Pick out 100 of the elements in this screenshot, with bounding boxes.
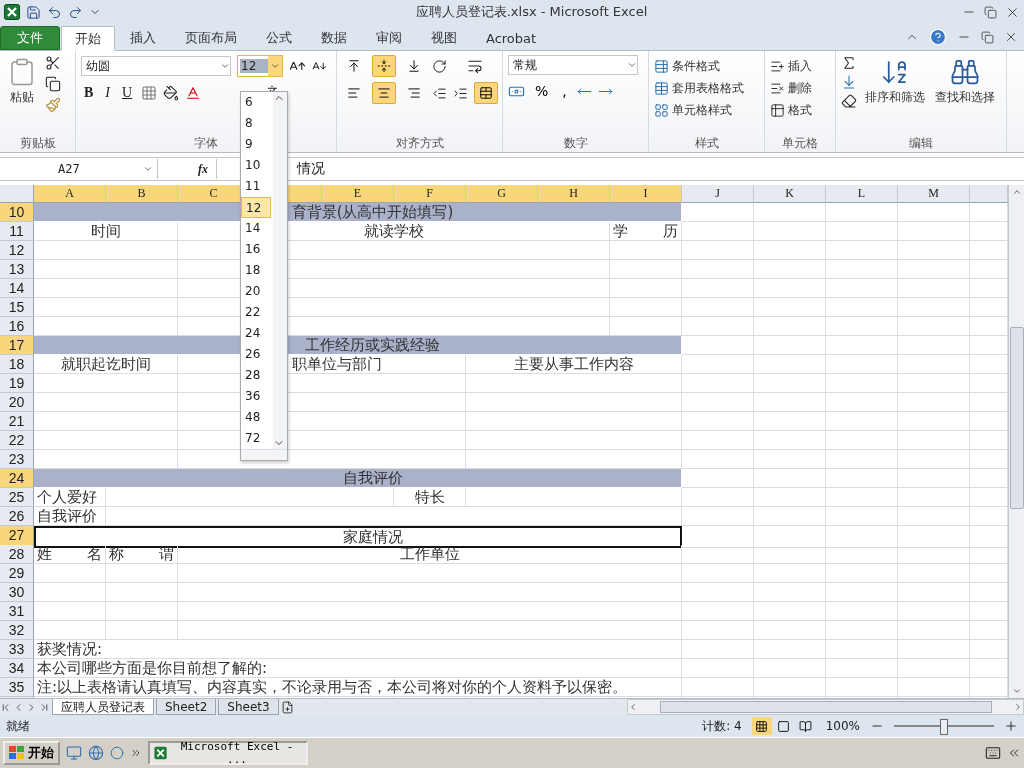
font-size-option[interactable]: 6	[241, 92, 271, 113]
border-icon[interactable]	[141, 85, 158, 101]
first-sheet-icon[interactable]	[0, 701, 11, 713]
find-select-button[interactable]: 查找和选择	[933, 55, 997, 134]
column-header[interactable]: E	[322, 185, 394, 203]
last-sheet-icon[interactable]	[39, 701, 50, 713]
font-size-option[interactable]: 14	[241, 218, 271, 239]
file-tab[interactable]: 文件	[0, 26, 60, 50]
row-header[interactable]: 25	[0, 488, 34, 507]
decrease-indent-icon[interactable]	[432, 85, 447, 101]
font-size-option[interactable]: 48	[241, 407, 271, 428]
column-header[interactable]: B	[106, 185, 178, 203]
scroll-left-icon[interactable]	[628, 702, 638, 712]
eraser-icon[interactable]	[841, 93, 857, 109]
italic-button[interactable]: I	[102, 85, 113, 101]
zoom-in-icon[interactable]	[1004, 719, 1018, 733]
bold-button[interactable]: B	[81, 85, 97, 101]
row-header[interactable]: 18	[0, 355, 34, 374]
row-header[interactable]: 31	[0, 602, 34, 621]
cells-menu-button[interactable]: 删除	[770, 77, 812, 99]
ribbon-tab[interactable]: 公式	[252, 26, 306, 50]
row-header[interactable]: 24	[0, 469, 34, 488]
sum-icon[interactable]	[841, 55, 857, 71]
row-header[interactable]: 15	[0, 298, 34, 317]
row-header[interactable]: 27	[0, 526, 34, 548]
ribbon-tab[interactable]: 审阅	[362, 26, 416, 50]
font-size-option[interactable]: 20	[241, 281, 271, 302]
number-format-field[interactable]: 常规	[508, 55, 638, 75]
insert-function-button[interactable]: fx	[198, 161, 208, 177]
column-header[interactable]: H	[538, 185, 610, 203]
scroll-right-icon[interactable]	[1013, 702, 1023, 712]
cut-icon[interactable]	[45, 55, 61, 71]
merge-center-button[interactable]	[474, 82, 498, 104]
align-button[interactable]	[372, 82, 396, 104]
start-button[interactable]: 开始	[3, 741, 60, 765]
caret-icon[interactable]	[220, 61, 230, 71]
browser-icon[interactable]	[88, 745, 104, 761]
underline-button[interactable]: U	[119, 85, 136, 101]
row-header[interactable]: 10	[0, 203, 34, 222]
style-menu-button[interactable]: 套用表格格式	[654, 77, 744, 99]
ribbon-tab[interactable]: 视图	[417, 26, 471, 50]
row-header[interactable]: 30	[0, 583, 34, 602]
undo-icon[interactable]	[47, 4, 62, 20]
cells-menu-button[interactable]: 插入	[770, 55, 812, 77]
column-header[interactable]: M	[898, 185, 970, 203]
ribbon-tab[interactable]: Acrobat	[472, 26, 551, 50]
sort-filter-button[interactable]: 排序和筛选	[863, 55, 927, 134]
cells-menu-button[interactable]: 格式	[770, 99, 812, 121]
column-header[interactable]: G	[466, 185, 538, 203]
comma-button[interactable]: ,	[558, 83, 571, 99]
app-logo-icon[interactable]	[4, 4, 20, 20]
increase-indent-icon[interactable]	[453, 85, 468, 101]
row-header[interactable]: 26	[0, 507, 34, 526]
row-header[interactable]: 33	[0, 640, 34, 659]
column-header[interactable]: I	[610, 185, 682, 203]
caret-icon[interactable]	[143, 164, 153, 174]
font-size-option[interactable]: 36	[241, 386, 271, 407]
more-icon[interactable]	[130, 747, 142, 759]
row-header[interactable]: 32	[0, 621, 34, 640]
save-icon[interactable]	[26, 4, 41, 20]
scrollbar-thumb[interactable]	[659, 701, 992, 713]
row-header[interactable]: 12	[0, 241, 34, 260]
row-header[interactable]: 17	[0, 336, 34, 355]
style-menu-button[interactable]: 单元格样式	[654, 99, 744, 121]
column-header[interactable]: F	[394, 185, 466, 203]
font-size-option[interactable]: 24	[241, 323, 271, 344]
resize-grip[interactable]	[241, 449, 287, 460]
view-button[interactable]	[751, 717, 772, 735]
percent-button[interactable]: %	[531, 83, 553, 99]
align-button[interactable]	[372, 55, 396, 77]
sheet-tab[interactable]: 应聘人员登记表	[52, 699, 154, 715]
paste-button[interactable]: 粘贴	[5, 55, 39, 134]
row-header[interactable]: 22	[0, 431, 34, 450]
ribbon-tab[interactable]: 页面布局	[171, 26, 251, 50]
redo-icon[interactable]	[68, 4, 83, 20]
format-painter-icon[interactable]	[45, 97, 61, 113]
font-size-option[interactable]: 22	[241, 302, 271, 323]
ribbon-tab[interactable]: 开始	[61, 26, 115, 51]
row-header[interactable]: 14	[0, 279, 34, 298]
keyboard-icon[interactable]	[985, 745, 1001, 761]
orientation-icon[interactable]	[432, 58, 447, 74]
sheet-tab[interactable]: Sheet3	[218, 699, 279, 715]
sheet-tab[interactable]: Sheet2	[156, 699, 217, 715]
font-color-icon[interactable]	[185, 85, 202, 101]
fill-icon[interactable]	[841, 74, 857, 90]
row-header[interactable]: 34	[0, 659, 34, 678]
row-header[interactable]: 21	[0, 412, 34, 431]
scroll-up-icon[interactable]	[1011, 187, 1022, 197]
wrap-text-icon[interactable]	[467, 58, 483, 74]
row-header[interactable]: 13	[0, 260, 34, 279]
font-size-option[interactable]: 16	[241, 239, 271, 260]
row-header[interactable]: 29	[0, 564, 34, 583]
row-header[interactable]: 11	[0, 222, 34, 241]
row-header[interactable]: 16	[0, 317, 34, 336]
column-header[interactable]: L	[826, 185, 898, 203]
font-size-option[interactable]: 12	[241, 197, 271, 218]
font-size-option[interactable]: 18	[241, 260, 271, 281]
style-menu-button[interactable]: 条件格式	[654, 55, 744, 77]
slider-thumb[interactable]	[940, 719, 948, 735]
row-header[interactable]: 23	[0, 450, 34, 469]
